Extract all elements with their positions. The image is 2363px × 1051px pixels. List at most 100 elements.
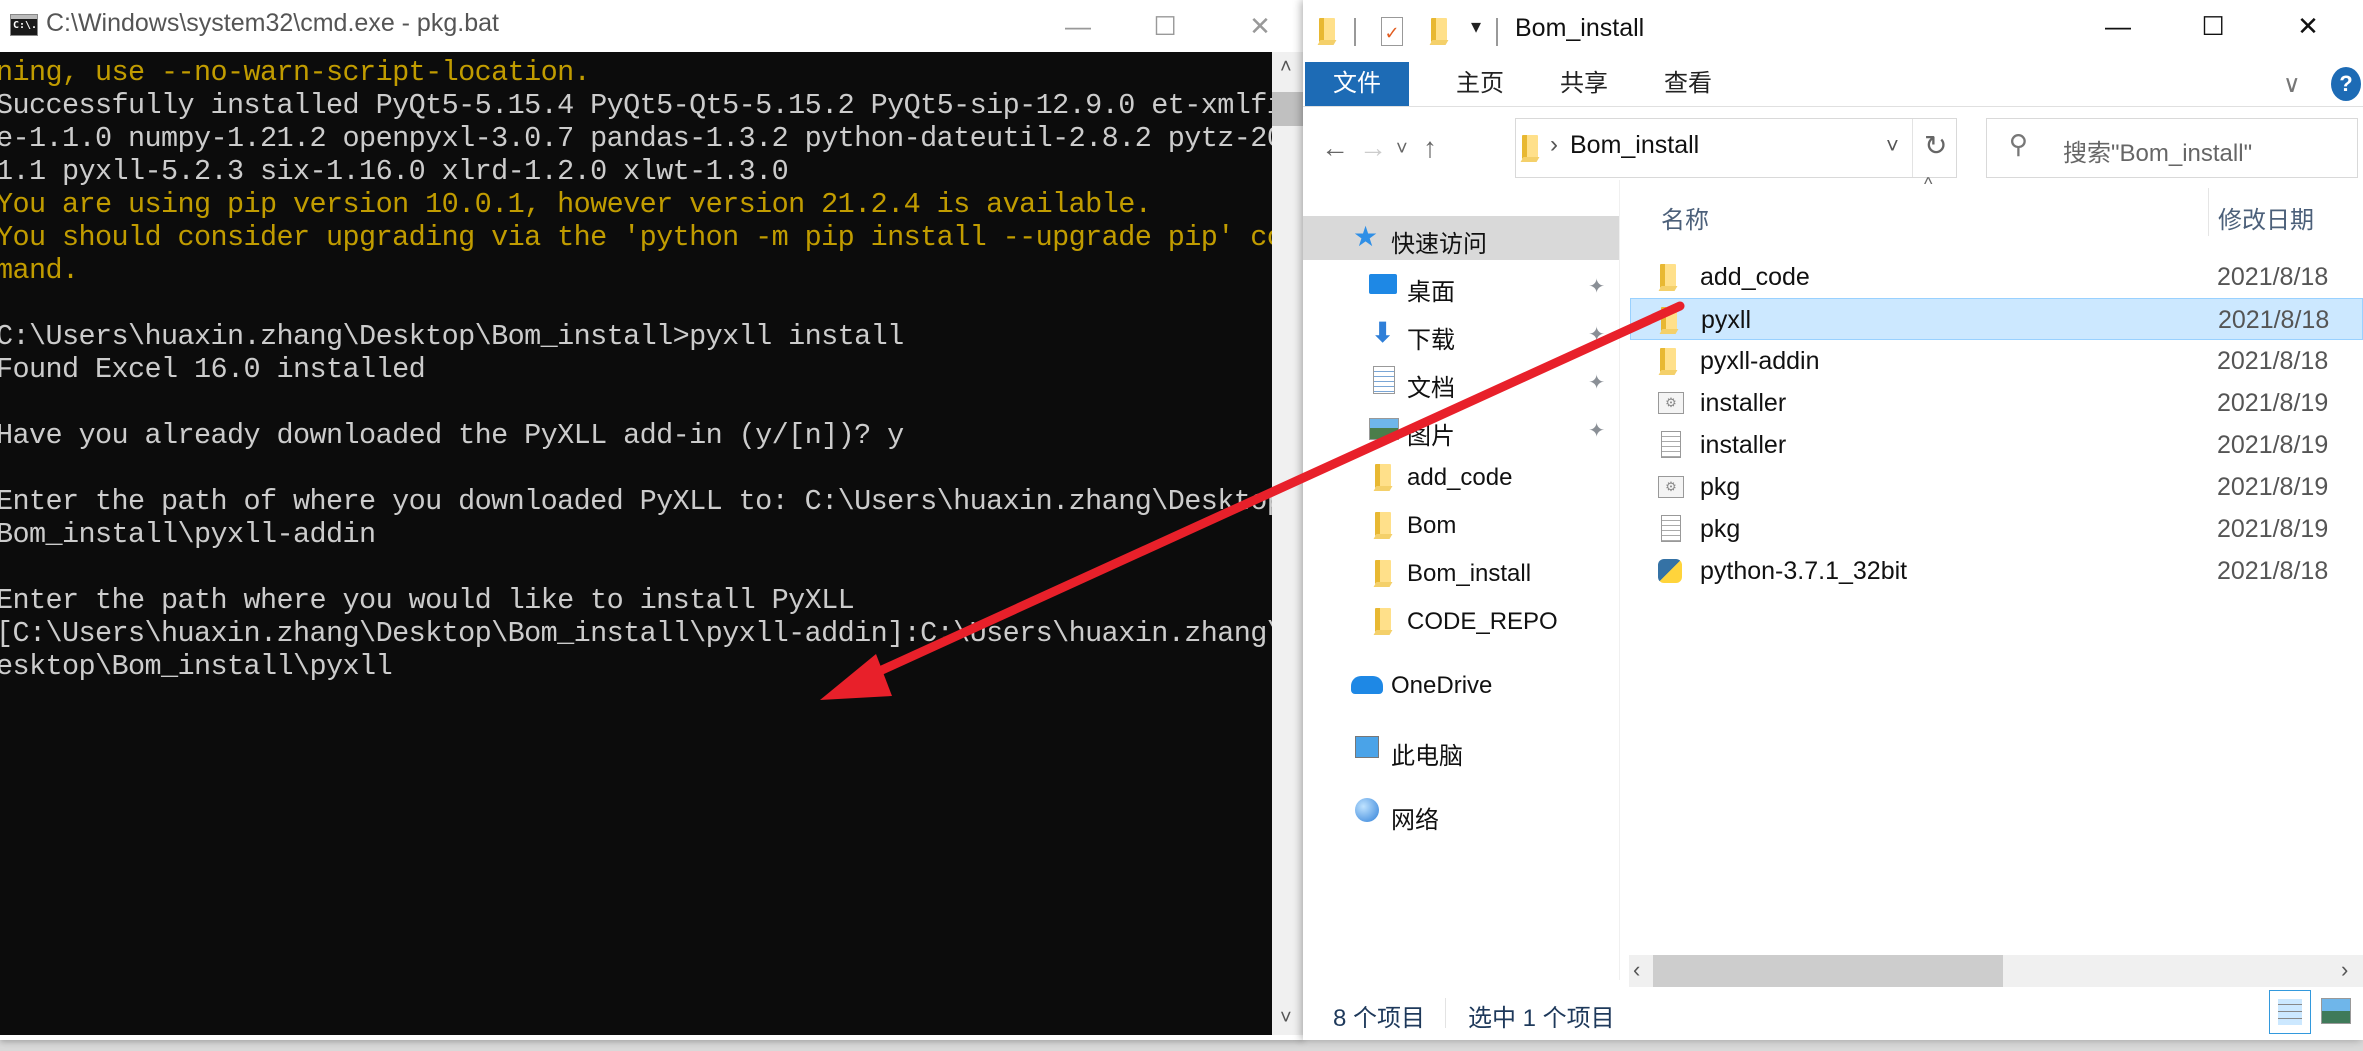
address-dropdown[interactable]: ˅ (1886, 133, 1899, 159)
nav-pictures[interactable]: 图片 ✦ (1303, 408, 1619, 452)
tab-file[interactable]: 文件 (1305, 62, 1409, 106)
file-name: add_code (1700, 263, 1810, 291)
nav-desktop[interactable]: 桌面 ✦ (1303, 264, 1619, 308)
console-line: ning, use --no-warn-script-location. (0, 56, 591, 89)
file-row[interactable]: pkg 2021/8/19 (1630, 508, 2363, 550)
explorer-minimize-button[interactable]: — (2083, 0, 2153, 52)
explorer-title-bar[interactable]: ✓ ▾ Bom_install — ☐ ✕ (1303, 0, 2363, 62)
folder-icon (1660, 264, 1676, 288)
scroll-thumb[interactable] (1653, 955, 2003, 987)
nav-label: add_code (1407, 464, 1513, 491)
nav-folder-code-repo[interactable]: CODE_REPO (1303, 600, 1619, 644)
scroll-up-arrow[interactable]: ˄ (1280, 56, 1292, 79)
console-output[interactable]: ning, use --no-warn-script-location. Succ… (0, 52, 1272, 1035)
file-name: pkg (1700, 473, 1741, 501)
nav-folder-add-code[interactable]: add_code (1303, 456, 1619, 500)
expand-ribbon-button[interactable]: ∨ (2283, 70, 2301, 99)
cmd-vertical-scrollbar[interactable]: ˄ ˅ (1272, 52, 1303, 1035)
nav-quick-access[interactable]: ★ 快速访问 (1303, 216, 1619, 260)
pin-icon[interactable]: ✦ (1588, 370, 1605, 395)
cmd-close-button[interactable]: ✕ (1225, 0, 1295, 52)
nav-onedrive[interactable]: OneDrive (1303, 664, 1619, 708)
file-row[interactable]: pyxll 2021/8/18 (1630, 298, 2363, 340)
divider (1912, 119, 1913, 177)
nav-network[interactable]: 网络 (1303, 792, 1619, 836)
file-row[interactable]: pyxll-addin 2021/8/18 (1630, 340, 2363, 382)
forward-button[interactable]: → (1359, 132, 1387, 164)
folder-icon (1375, 560, 1391, 584)
item-count: 8 个项目 (1333, 1005, 1426, 1032)
selected-count: 选中 1 个项目 (1468, 1005, 1615, 1032)
scroll-thumb[interactable] (1272, 92, 1303, 126)
refresh-button[interactable]: ↻ (1924, 129, 1947, 162)
search-box[interactable]: ⚲ 搜索"Bom_install" (1986, 118, 2358, 178)
folder-icon (1375, 608, 1391, 632)
explorer-close-button[interactable]: ✕ (2273, 0, 2343, 52)
file-date: 2021/8/19 (2217, 431, 2329, 459)
file-row[interactable]: ⚙ pkg 2021/8/19 (1630, 466, 2363, 508)
tab-home[interactable]: 主页 (1442, 62, 1518, 106)
pin-icon[interactable]: ✦ (1588, 322, 1605, 347)
scroll-right-arrow[interactable]: › (2341, 957, 2348, 983)
address-bar[interactable]: › Bom_install ˅ ↻ (1515, 118, 1957, 178)
nav-label: CODE_REPO (1407, 608, 1558, 635)
column-header-name[interactable]: 名称 (1661, 200, 1709, 235)
file-row[interactable]: add_code 2021/8/18 (1630, 256, 2363, 298)
details-view-button[interactable] (2269, 990, 2311, 1034)
nav-folder-bom-install[interactable]: Bom_install (1303, 552, 1619, 596)
file-date: 2021/8/18 (2218, 306, 2330, 334)
star-icon: ★ (1353, 221, 1379, 252)
file-name: pyxll (1701, 306, 1752, 334)
nav-label: 网络 (1391, 807, 1439, 834)
file-row[interactable]: ⚙ installer 2021/8/19 (1630, 382, 2363, 424)
large-icons-view-button[interactable] (2321, 998, 2351, 1024)
pin-icon[interactable]: ✦ (1588, 418, 1605, 443)
back-button[interactable]: ← (1321, 132, 1349, 164)
properties-icon[interactable]: ✓ (1381, 17, 1403, 46)
console-line: Found Excel 16.0 installed (0, 353, 426, 386)
scroll-left-arrow[interactable]: ‹ (1633, 957, 1640, 983)
folder-icon (1319, 18, 1335, 42)
pin-icon[interactable]: ✦ (1588, 274, 1605, 299)
console-line: Enter the path of where you downloaded P… (0, 485, 1272, 518)
explorer-window-title: Bom_install (1515, 14, 1645, 42)
folder-icon (1522, 135, 1538, 159)
up-button[interactable]: ↑ (1423, 132, 1437, 164)
nav-label: Bom (1407, 512, 1457, 539)
cmd-maximize-button[interactable]: ☐ (1130, 0, 1200, 52)
divider (1354, 18, 1356, 46)
python-installer-icon (1658, 559, 1682, 583)
cmd-minimize-button[interactable]: — (1043, 0, 1113, 52)
column-divider[interactable] (2208, 188, 2209, 236)
navigation-bar: ← → ˅ ↑ › Bom_install ˅ ↻ ⚲ 搜索"Bom_insta… (1303, 118, 2363, 180)
help-button[interactable]: ? (2331, 67, 2361, 101)
batch-file-icon: ⚙ (1658, 476, 1684, 498)
nav-documents[interactable]: 文档 ✦ (1303, 360, 1619, 404)
breadcrumb-bom-install[interactable]: Bom_install (1570, 131, 1699, 160)
explorer-maximize-button[interactable]: ☐ (2178, 0, 2248, 52)
file-row[interactable]: installer 2021/8/19 (1630, 424, 2363, 466)
nav-label: 图片 (1407, 423, 1455, 450)
batch-file-icon: ⚙ (1658, 392, 1684, 414)
console-line: You are using pip version 10.0.1, howeve… (0, 188, 1152, 221)
search-placeholder: 搜索"Bom_install" (2063, 140, 2253, 167)
file-row[interactable]: python-3.7.1_32bit 2021/8/18 (1630, 550, 2363, 592)
horizontal-scrollbar[interactable]: ‹ › (1629, 955, 2363, 987)
new-folder-icon[interactable] (1431, 18, 1447, 42)
nav-label: 此电脑 (1391, 743, 1463, 770)
column-header-date[interactable]: 修改日期 (2218, 200, 2314, 235)
nav-folder-bom[interactable]: Bom (1303, 504, 1619, 548)
nav-label: 桌面 (1407, 279, 1455, 306)
customize-qat-dropdown[interactable]: ▾ (1471, 14, 1481, 39)
nav-this-pc[interactable]: 此电脑 (1303, 728, 1619, 772)
cmd-icon: C:\. (10, 14, 38, 36)
tab-share[interactable]: 共享 (1546, 62, 1622, 106)
documents-icon (1373, 366, 1395, 394)
scroll-down-arrow[interactable]: ˅ (1280, 1007, 1292, 1030)
pictures-icon (1369, 418, 1399, 440)
file-date: 2021/8/18 (2217, 263, 2329, 291)
tab-view[interactable]: 查看 (1650, 62, 1726, 106)
nav-downloads[interactable]: ⬇ 下载 ✦ (1303, 312, 1619, 356)
cmd-title-bar[interactable]: C:\. C:\Windows\system32\cmd.exe - pkg.b… (0, 0, 1303, 52)
recent-locations-button[interactable]: ˅ (1396, 138, 1408, 161)
